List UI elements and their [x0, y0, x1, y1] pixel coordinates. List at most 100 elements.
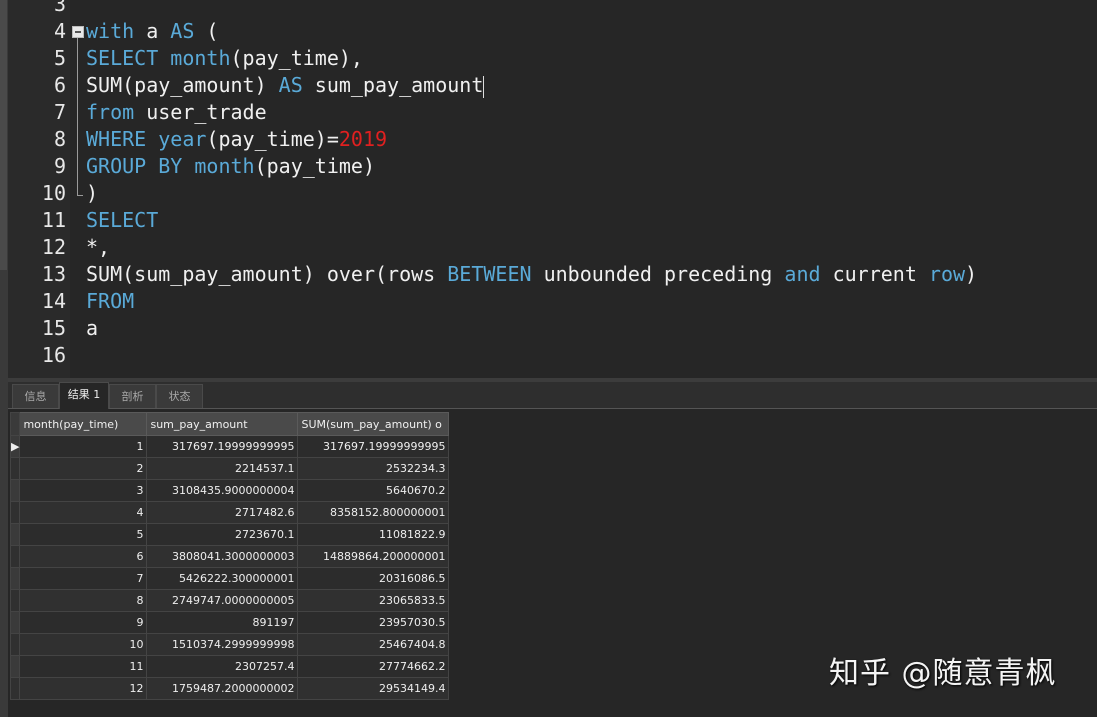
table-row[interactable]: 10 1510374.2999999998 25467404.8	[9, 633, 450, 656]
table-row[interactable]: 5 2723670.1 11081822.9	[9, 523, 450, 546]
cell-month[interactable]: 2	[19, 457, 148, 480]
row-indicator[interactable]	[9, 545, 21, 568]
cell-month[interactable]: 7	[19, 567, 148, 590]
code-text[interactable]: SUM(pay_amount) AS sum_pay_amount	[86, 72, 485, 99]
tab-profile[interactable]: 剖析	[109, 384, 156, 408]
tab-result-1[interactable]: 结果 1	[59, 382, 109, 409]
cell-sum-pay-amount[interactable]: 2717482.6	[146, 501, 299, 524]
code-text[interactable]: SUM(sum_pay_amount) over(rows BETWEEN un…	[86, 261, 977, 288]
table-row[interactable]: 6 3808041.3000000003 14889864.200000001	[9, 545, 450, 568]
cell-sum-pay-amount[interactable]: 3808041.3000000003	[146, 545, 299, 568]
cell-running-sum[interactable]: 23957030.5	[297, 611, 450, 634]
cell-sum-pay-amount[interactable]: 2307257.4	[146, 655, 299, 678]
code-line[interactable]: 12 *,	[8, 234, 1097, 261]
row-indicator[interactable]	[9, 633, 21, 656]
cell-running-sum[interactable]: 27774662.2	[297, 655, 450, 678]
row-indicator[interactable]	[9, 677, 21, 700]
code-text[interactable]: a	[86, 315, 98, 342]
code-line[interactable]: 3	[8, 0, 1097, 18]
cell-running-sum[interactable]: 14889864.200000001	[297, 545, 450, 568]
table-row[interactable]: 4 2717482.6 8358152.800000001	[9, 501, 450, 524]
cell-month[interactable]: 11	[19, 655, 148, 678]
code-text[interactable]: from user_trade	[86, 99, 267, 126]
code-line[interactable]: 4 with a AS (	[8, 18, 1097, 45]
cell-month[interactable]: 1	[19, 435, 148, 458]
row-indicator[interactable]	[9, 567, 21, 590]
code-line[interactable]: 14 FROM	[8, 288, 1097, 315]
cell-sum-pay-amount[interactable]: 2723670.1	[146, 523, 299, 546]
text-caret	[483, 75, 485, 98]
row-indicator[interactable]	[9, 501, 21, 524]
cell-month[interactable]: 10	[19, 633, 148, 656]
line-number: 6	[53, 73, 66, 97]
cell-running-sum[interactable]: 11081822.9	[297, 523, 450, 546]
column-header-running-sum[interactable]: SUM(sum_pay_amount) o	[297, 412, 450, 436]
table-row[interactable]: 2 2214537.1 2532234.3	[9, 457, 450, 480]
code-text[interactable]: SELECT	[86, 207, 158, 234]
table-row[interactable]: 7 5426222.300000001 20316086.5	[9, 567, 450, 590]
tab-info[interactable]: 信息	[12, 384, 59, 408]
cell-running-sum[interactable]: 23065833.5	[297, 589, 450, 612]
cell-running-sum[interactable]: 2532234.3	[297, 457, 450, 480]
cell-sum-pay-amount[interactable]: 1759487.2000000002	[146, 677, 299, 700]
keyword-token: WHERE	[86, 127, 147, 151]
cell-running-sum[interactable]: 5640670.2	[297, 479, 450, 502]
code-line[interactable]: 8 WHERE year(pay_time)=2019	[8, 126, 1097, 153]
tab-status[interactable]: 状态	[156, 384, 203, 408]
code-line[interactable]: 10)	[8, 180, 1097, 207]
column-header-month[interactable]: month(pay_time)	[19, 412, 148, 436]
cell-running-sum[interactable]: 317697.19999999995	[297, 435, 450, 458]
code-text[interactable]: with a AS (	[86, 18, 218, 45]
cell-running-sum[interactable]: 8358152.800000001	[297, 501, 450, 524]
cell-month[interactable]: 5	[19, 523, 148, 546]
cell-month[interactable]: 4	[19, 501, 148, 524]
table-row[interactable]: 3 3108435.9000000004 5640670.2	[9, 479, 450, 502]
row-indicator[interactable]	[9, 523, 21, 546]
text-token: (pay_time)=	[206, 127, 339, 151]
cell-sum-pay-amount[interactable]: 5426222.300000001	[146, 567, 299, 590]
cell-month[interactable]: 9	[19, 611, 148, 634]
table-row[interactable]: 11 2307257.4 27774662.2	[9, 655, 450, 678]
cell-month[interactable]: 6	[19, 545, 148, 568]
cell-sum-pay-amount[interactable]: 1510374.2999999998	[146, 633, 299, 656]
cell-running-sum[interactable]: 20316086.5	[297, 567, 450, 590]
row-indicator[interactable]	[9, 611, 21, 634]
cell-running-sum[interactable]: 25467404.8	[297, 633, 450, 656]
row-indicator[interactable]	[9, 655, 21, 678]
code-text[interactable]: *,	[86, 234, 110, 261]
row-indicator[interactable]	[9, 589, 21, 612]
code-text[interactable]: )	[86, 180, 98, 207]
row-indicator[interactable]	[9, 479, 21, 502]
code-line[interactable]: 9 GROUP BY month(pay_time)	[8, 153, 1097, 180]
code-text[interactable]: FROM	[86, 288, 134, 315]
code-line[interactable]: 11 SELECT	[8, 207, 1097, 234]
code-text[interactable]: WHERE year(pay_time)=2019	[86, 126, 387, 153]
column-header-sum-pay-amount[interactable]: sum_pay_amount	[146, 412, 299, 436]
cell-month[interactable]: 3	[19, 479, 148, 502]
cell-sum-pay-amount[interactable]: 2749747.0000000005	[146, 589, 299, 612]
code-text[interactable]: GROUP BY month(pay_time)	[86, 153, 375, 180]
sql-editor[interactable]: 3 4 with a AS (5 SELECT month(pay_time), 6 SU…	[8, 0, 1097, 378]
cell-month[interactable]: 12	[19, 677, 148, 700]
cell-sum-pay-amount[interactable]: 3108435.9000000004	[146, 479, 299, 502]
table-row[interactable]: 12 1759487.2000000002 29534149.4	[9, 677, 450, 700]
cell-month[interactable]: 8	[19, 589, 148, 612]
left-scrollbar[interactable]	[0, 0, 8, 717]
code-line[interactable]: 13 SUM(sum_pay_amount) over(rows BETWEEN …	[8, 261, 1097, 288]
code-line[interactable]: 5 SELECT month(pay_time),	[8, 45, 1097, 72]
cell-sum-pay-amount[interactable]: 317697.19999999995	[146, 435, 299, 458]
cell-running-sum[interactable]: 29534149.4	[297, 677, 450, 700]
table-row[interactable]: ▶ 1 317697.19999999995 317697.19999999995	[9, 435, 450, 458]
code-text[interactable]: SELECT month(pay_time),	[86, 45, 363, 72]
code-line[interactable]: 16	[8, 342, 1097, 369]
code-line[interactable]: 6 SUM(pay_amount) AS sum_pay_amount	[8, 72, 1097, 99]
cell-sum-pay-amount[interactable]: 891197	[146, 611, 299, 634]
row-indicator[interactable]	[9, 457, 21, 480]
code-line[interactable]: 7 from user_trade	[8, 99, 1097, 126]
code-line[interactable]: 15 a	[8, 315, 1097, 342]
scrollbar-thumb[interactable]	[0, 0, 7, 270]
cell-sum-pay-amount[interactable]: 2214537.1	[146, 457, 299, 480]
table-row[interactable]: 9 891197 23957030.5	[9, 611, 450, 634]
current-row-indicator-icon[interactable]: ▶	[9, 435, 21, 458]
table-row[interactable]: 8 2749747.0000000005 23065833.5	[9, 589, 450, 612]
